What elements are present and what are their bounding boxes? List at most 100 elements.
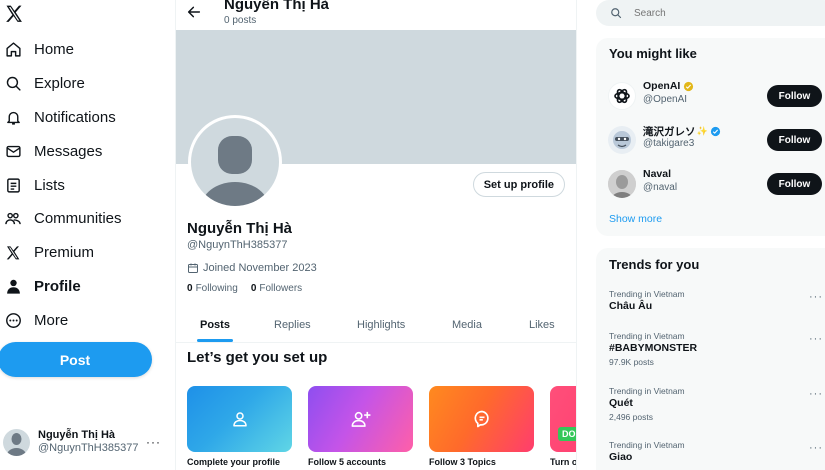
nav-communities-label: Communities xyxy=(34,210,122,228)
avatar xyxy=(608,126,636,154)
follow-button[interactable]: Follow xyxy=(767,173,822,195)
bell-icon xyxy=(4,108,22,126)
nav-notifications[interactable]: Notifications xyxy=(0,101,175,135)
x-logo-icon[interactable] xyxy=(4,4,24,24)
more-dots-icon[interactable]: ··· xyxy=(146,435,161,449)
trends-title: Trends for you xyxy=(609,257,700,272)
card-label-notifications: Turn o xyxy=(550,457,577,467)
nav-more[interactable]: More xyxy=(0,303,175,337)
calendar-icon xyxy=(188,263,198,273)
suggestion-name: OpenAI xyxy=(643,80,681,92)
card-label-topics: Follow 3 Topics xyxy=(429,457,496,467)
more-dots-icon[interactable]: ··· xyxy=(809,291,823,303)
follow-stats: 0 Following 0 Followers xyxy=(187,283,302,294)
nav-premium[interactable]: Premium xyxy=(0,236,175,270)
tab-likes[interactable]: Likes xyxy=(529,306,555,343)
trend-context: Trending in Vietnam xyxy=(609,386,685,396)
nav-lists-label: Lists xyxy=(34,176,65,194)
person-outline-icon xyxy=(232,412,247,427)
trend-topic: #BABYMONSTER xyxy=(609,342,698,354)
topic-bubble-icon xyxy=(473,410,489,428)
gold-verified-icon xyxy=(684,81,694,91)
trend-topic: Giao xyxy=(609,451,633,463)
trends-panel: Trends for you Trending in Vietnam Châu … xyxy=(596,248,825,470)
setup-card-notifications[interactable]: DO xyxy=(550,386,576,452)
followers-label: Followers xyxy=(259,283,303,294)
tab-replies[interactable]: Replies xyxy=(274,306,311,343)
follow-suggestion[interactable]: Naval @naval Follow xyxy=(596,164,825,204)
search-input[interactable] xyxy=(634,7,784,19)
avatar xyxy=(608,170,636,198)
back-arrow-icon[interactable] xyxy=(186,4,202,20)
trend-context: Trending in Vietnam xyxy=(609,331,685,341)
nav-profile-label: Profile xyxy=(34,277,81,295)
trend-item[interactable]: Trending in Vietnam Quét 2,496 posts ··· xyxy=(596,386,825,436)
nav-home[interactable]: Home xyxy=(0,33,175,67)
suggestion-name: Naval xyxy=(643,168,672,180)
tab-posts[interactable]: Posts xyxy=(200,306,230,343)
show-more-link[interactable]: Show more xyxy=(609,213,662,225)
more-dots-icon[interactable]: ··· xyxy=(809,388,823,400)
trend-topic: Châu Âu xyxy=(609,300,653,312)
more-dots-icon[interactable]: ··· xyxy=(809,442,823,454)
follow-button[interactable]: Follow xyxy=(767,85,822,107)
profile-avatar[interactable] xyxy=(188,115,282,209)
nav-communities[interactable]: Communities xyxy=(0,202,175,236)
setup-card-follow-accounts[interactable] xyxy=(308,386,413,452)
account-handle: @NguynThH385377 xyxy=(38,442,139,454)
card-label-accounts: Follow 5 accounts xyxy=(308,457,387,467)
follow-button[interactable]: Follow xyxy=(767,129,822,151)
left-sidebar: Home Explore Notifications Messages List… xyxy=(0,0,175,470)
tab-media[interactable]: Media xyxy=(452,306,482,343)
setup-card-follow-topics[interactable] xyxy=(429,386,534,452)
trend-item[interactable]: Trending in Vietnam Giao ··· xyxy=(596,440,825,470)
openai-logo-icon xyxy=(608,82,636,110)
profile-column: Nguyễn Thị Hà 0 posts Set up profile Ngu… xyxy=(175,0,577,470)
who-to-follow-panel: You might like OpenAI @OpenAI Follow 滝沢ガ… xyxy=(596,38,825,236)
account-name: Nguyễn Thị Hà xyxy=(38,429,116,441)
trend-count: 97.9K posts xyxy=(609,357,654,367)
nav-profile[interactable]: Profile xyxy=(0,270,175,304)
main-nav: Home Explore Notifications Messages List… xyxy=(0,33,175,337)
search-icon xyxy=(611,8,622,19)
follow-suggestion[interactable]: 滝沢ガレソ ✨ @takigare3 Follow xyxy=(596,120,825,160)
nav-lists[interactable]: Lists xyxy=(0,168,175,202)
joined-date: Joined November 2023 xyxy=(187,262,317,274)
person-plus-icon xyxy=(351,411,370,427)
follow-suggestion[interactable]: OpenAI @OpenAI Follow xyxy=(596,76,825,116)
list-icon xyxy=(4,176,22,194)
post-button[interactable]: Post xyxy=(0,342,152,377)
nav-notifications-label: Notifications xyxy=(34,108,116,126)
home-icon xyxy=(4,41,22,59)
suggestion-handle: @takigare3 xyxy=(643,138,695,149)
tab-highlights[interactable]: Highlights xyxy=(357,306,405,343)
profile-tabs: Posts Replies Highlights Media Likes xyxy=(176,306,576,343)
more-dots-icon[interactable]: ··· xyxy=(809,333,823,345)
following-label: Following xyxy=(195,283,238,294)
following-count: 0 xyxy=(187,283,193,294)
suggestion-handle: @OpenAI xyxy=(643,94,688,105)
setup-title: Let’s get you set up xyxy=(187,349,328,366)
trend-topic: Quét xyxy=(609,397,633,409)
set-up-profile-button[interactable]: Set up profile xyxy=(472,172,565,197)
setup-card-profile[interactable] xyxy=(187,386,292,452)
header-post-count: 0 posts xyxy=(224,15,257,26)
more-circle-icon xyxy=(4,311,22,329)
trend-item[interactable]: Trending in Vietnam Châu Âu ··· xyxy=(596,289,825,329)
profile-name: Nguyễn Thị Hà xyxy=(187,220,293,237)
nav-explore[interactable]: Explore xyxy=(0,67,175,101)
account-switcher[interactable]: Nguyễn Thị Hà @NguynThH385377 ··· xyxy=(3,426,173,458)
person-icon xyxy=(4,277,22,295)
trend-item[interactable]: Trending in Vietnam #BABYMONSTER 97.9K p… xyxy=(596,331,825,381)
envelope-icon xyxy=(4,142,22,160)
card-badge: DO xyxy=(558,427,576,441)
suggestion-handle: @naval xyxy=(643,182,678,193)
suggestion-name: 滝沢ガレソ xyxy=(643,126,696,138)
following-link[interactable]: 0 Following xyxy=(187,283,238,294)
trend-context: Trending in Vietnam xyxy=(609,289,685,299)
search-box[interactable] xyxy=(596,0,825,26)
avatar xyxy=(3,428,30,456)
followers-link[interactable]: 0 Followers xyxy=(251,283,302,294)
who-to-follow-title: You might like xyxy=(609,46,697,61)
nav-messages[interactable]: Messages xyxy=(0,134,175,168)
